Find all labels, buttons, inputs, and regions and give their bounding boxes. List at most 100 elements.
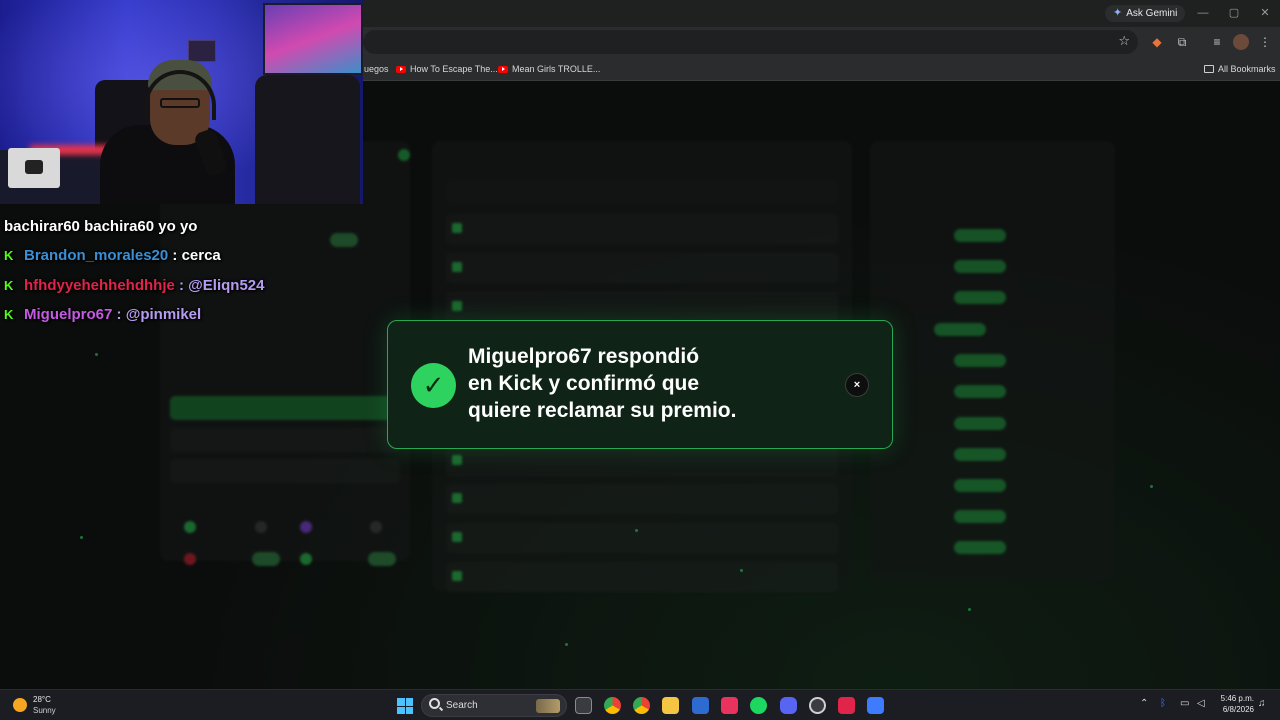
winners-panel: [870, 141, 1115, 581]
platform-dot: [184, 553, 196, 565]
chat-username: Miguelpro67: [24, 306, 113, 324]
platform-toggle[interactable]: [368, 552, 396, 566]
platform-dot: [370, 521, 382, 533]
chat-text: bachira60 yo yo: [84, 217, 198, 235]
particle: [565, 643, 568, 646]
platform-dot: [255, 521, 267, 533]
extensions-puzzle-icon[interactable]: ⧉: [1174, 34, 1190, 50]
ask-gemini-button[interactable]: ✦ Ask Gemini: [1105, 5, 1186, 22]
tray-chevron-icon[interactable]: ⌃: [1140, 698, 1148, 709]
winner-row: [884, 502, 1101, 532]
chrome-icon[interactable]: [604, 697, 621, 714]
winner-row: [884, 409, 1101, 439]
winner-row: [884, 221, 1101, 251]
toast-close-button[interactable]: ×: [845, 373, 869, 397]
gaming-chair: [255, 75, 360, 204]
platform-dot: [300, 553, 312, 565]
spotify-icon[interactable]: [750, 697, 767, 714]
winner-row: [884, 533, 1101, 563]
restore-icon[interactable]: ▢: [1224, 5, 1244, 21]
close-window-icon[interactable]: ✕: [1255, 5, 1275, 21]
participant-row: [446, 484, 838, 514]
microsoft-store-icon[interactable]: [692, 697, 709, 714]
chat-overlay: bachirar60 bachira60 yo yo K Brandon_mor…: [4, 212, 364, 330]
notification-bell-icon[interactable]: ♫: [1258, 698, 1266, 709]
bookmark-star-icon[interactable]: ☆: [1118, 33, 1130, 49]
capcut-icon[interactable]: [721, 697, 738, 714]
particle: [740, 569, 743, 572]
chat-username: hfhdyyehehhehdhhje: [24, 276, 175, 294]
chrome-profile-icon[interactable]: [633, 697, 650, 714]
gemini-spark-icon: ✦: [1113, 7, 1123, 19]
participant-row: [446, 562, 838, 592]
more-menu-icon[interactable]: ⋮: [1257, 34, 1273, 50]
volume-icon[interactable]: ◁: [1197, 698, 1205, 709]
network-icon[interactable]: ▭: [1180, 698, 1189, 709]
particle: [95, 353, 98, 356]
clock-date[interactable]: 6/8/2026: [1216, 705, 1254, 714]
kick-badge-icon: K: [4, 307, 14, 323]
toast-message: Miguelpro67 respondió en Kick y confirmó…: [468, 345, 737, 422]
particle: [635, 529, 638, 532]
winner-row: [884, 346, 1101, 376]
folder-icon: [1204, 65, 1214, 73]
participant-row: [446, 292, 838, 322]
winner-row: [884, 471, 1101, 501]
kick-badge-icon: K: [4, 248, 14, 264]
clock-time[interactable]: 5:46 p.m.: [1216, 694, 1254, 703]
address-bar[interactable]: ☆: [363, 30, 1138, 54]
winner-row: [884, 283, 1101, 313]
play-button-plaque: [8, 148, 60, 188]
chat-message: bachirar60 bachira60 yo yo: [4, 212, 364, 242]
search-icon: [429, 698, 440, 709]
ask-gemini-label: Ask Gemini: [1126, 8, 1178, 19]
taskbar-search[interactable]: Search: [421, 694, 567, 717]
bookmark-item[interactable]: Mean Girls TROLLE...: [498, 62, 600, 76]
media-queue-icon[interactable]: ≡: [1209, 34, 1225, 50]
bookmark-item[interactable]: How To Escape The...: [396, 62, 498, 76]
participants-search[interactable]: [446, 181, 838, 203]
minimize-icon[interactable]: —: [1193, 5, 1213, 21]
app-icon[interactable]: [838, 697, 855, 714]
windows-taskbar: 28°C Sunny Search ⌃ ᛒ ▭ ◁ 5:46 p.m. 6/8/…: [0, 689, 1280, 720]
weather-temperature: 28°C: [33, 695, 51, 704]
status-dot: [398, 149, 410, 161]
youtube-icon: [498, 65, 508, 73]
file-explorer-icon[interactable]: [662, 697, 679, 714]
participant-row: [446, 446, 838, 476]
platform-toggle[interactable]: [252, 552, 280, 566]
winner-row: [884, 440, 1101, 470]
glasses: [160, 98, 200, 108]
bookmark-item[interactable]: uegos: [364, 62, 389, 76]
start-button[interactable]: [397, 698, 413, 714]
task-view-icon[interactable]: [575, 697, 592, 714]
chat-message: K Miguelpro67 : @pinmikel: [4, 301, 364, 331]
chat-message: K hfhdyyehehhehdhhje : @Eliqn524: [4, 271, 364, 301]
participant-row: [446, 253, 838, 283]
obs-icon[interactable]: [809, 697, 826, 714]
shelf: [188, 40, 216, 62]
clear-winners-button[interactable]: [170, 459, 400, 483]
start-giveaway-button[interactable]: [170, 396, 400, 420]
platform-dot: [184, 521, 196, 533]
participant-row: [446, 214, 838, 244]
bluetooth-icon[interactable]: ᛒ: [1160, 698, 1166, 709]
chat-username: bachirar60: [4, 217, 80, 235]
discord-icon[interactable]: [780, 697, 797, 714]
chat-text: : @Eliqn524: [179, 276, 265, 294]
profile-avatar[interactable]: [1233, 34, 1249, 50]
extension-fox-icon[interactable]: ◆: [1149, 34, 1165, 50]
chat-text: : cerca: [172, 247, 221, 265]
winner-row: [884, 252, 1101, 282]
clear-participants-button[interactable]: [170, 428, 400, 452]
settings-panel: [160, 141, 410, 566]
search-highlight-image: [536, 699, 560, 713]
all-bookmarks-button[interactable]: All Bookmarks: [1204, 62, 1276, 76]
youtube-icon: [396, 65, 406, 73]
participant-row: [446, 523, 838, 553]
particle: [80, 536, 83, 539]
sun-icon: [13, 698, 27, 712]
chat-text: : @pinmikel: [116, 306, 202, 324]
claim-confirmation-toast: ✓ Miguelpro67 respondió en Kick y confir…: [387, 320, 893, 449]
app-icon[interactable]: [867, 697, 884, 714]
